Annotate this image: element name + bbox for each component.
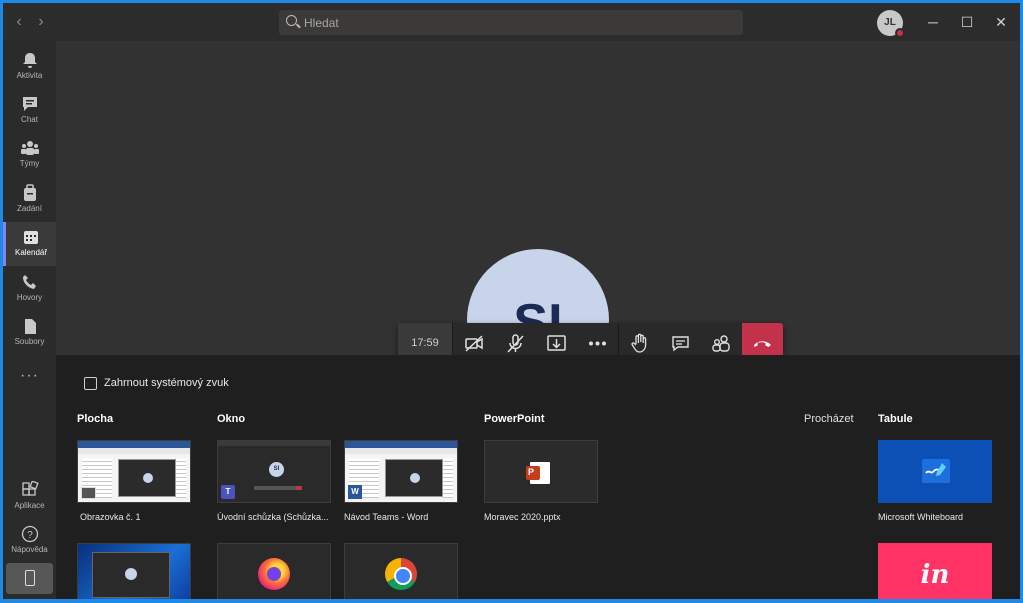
minimize-button[interactable]: ─: [921, 12, 945, 32]
share-tray-button[interactable]: [536, 323, 577, 355]
teams-icon: [20, 141, 39, 155]
share-window-teams-label: Úvodní schůzka (Schůzka...: [217, 512, 329, 522]
more-actions-button[interactable]: [577, 323, 618, 355]
divider: [452, 323, 453, 355]
help-icon: ?: [21, 525, 38, 543]
chat-icon: [22, 97, 37, 111]
search-placeholder: Hledat: [304, 16, 339, 30]
section-desktop-heading: Plocha: [77, 413, 114, 425]
title-bar: ‹ › Hledat JL ─ ☐ ✕: [3, 3, 1020, 41]
invision-icon: in: [920, 560, 950, 590]
sidebar-item-chat[interactable]: Chat: [3, 89, 56, 133]
close-button[interactable]: ✕: [989, 12, 1013, 32]
forward-arrow-icon[interactable]: ›: [31, 12, 51, 32]
more-icon: [589, 341, 606, 346]
sidebar-item-label: Aktivita: [16, 71, 43, 80]
app-bar: Aktivita Chat Týmy Zadání Kalendář Hovor…: [3, 41, 56, 599]
device-button[interactable]: [6, 563, 53, 594]
sidebar-item-help[interactable]: ? Nápověda: [3, 519, 56, 563]
share-tray: Zahrnout systémový zvuk Plocha Okno Powe…: [56, 355, 1020, 599]
powerpoint-file-icon: P: [526, 462, 550, 484]
chrome-icon: [385, 558, 417, 590]
sidebar-item-apps[interactable]: Aplikace: [3, 475, 56, 519]
share-window-word-tile[interactable]: W: [344, 440, 458, 503]
sidebar-item-label: Zadání: [17, 204, 42, 213]
participants-icon: [712, 335, 730, 352]
teams-app-icon: T: [221, 485, 235, 499]
share-pptx-tile[interactable]: P: [484, 440, 598, 503]
sidebar-item-teams[interactable]: Týmy: [3, 133, 56, 177]
hand-icon: [631, 333, 647, 353]
mic-toggle-button[interactable]: [495, 323, 536, 355]
firefox-icon: [258, 558, 290, 590]
sidebar-item-label: Týmy: [19, 159, 40, 168]
back-arrow-icon[interactable]: ‹: [9, 12, 29, 32]
share-screen-1-label: Obrazovka č. 1: [80, 512, 141, 522]
word-app-icon: W: [348, 485, 362, 499]
call-controls: 17:59: [398, 323, 783, 355]
camera-off-icon: [465, 335, 483, 352]
share-window-firefox-tile[interactable]: [217, 543, 331, 599]
sidebar-item-files[interactable]: Soubory: [3, 311, 56, 355]
avatar[interactable]: JL: [877, 10, 905, 38]
show-chat-button[interactable]: [660, 323, 701, 355]
search-input[interactable]: Hledat: [279, 10, 743, 35]
chat-icon: [672, 336, 689, 352]
hang-up-icon: [754, 341, 771, 347]
sidebar-item-activity[interactable]: Aktivita: [3, 45, 56, 89]
svg-text:?: ?: [27, 530, 33, 541]
apps-icon: [21, 481, 39, 496]
microsoft-whiteboard-label: Microsoft Whiteboard: [878, 512, 964, 522]
share-pptx-label: Moravec 2020.pptx: [484, 512, 561, 522]
bell-icon: [22, 53, 37, 68]
mic-off-icon: [507, 334, 524, 353]
share-screen-2-tile[interactable]: [77, 543, 191, 599]
sidebar-item-label: Chat: [21, 115, 38, 124]
invision-freehand-tile[interactable]: in: [878, 543, 992, 599]
presence-busy-icon: [895, 28, 905, 38]
share-screen-icon: [547, 335, 566, 351]
sidebar-item-calls[interactable]: Hovory: [3, 267, 56, 311]
section-whiteboard-heading: Tabule: [878, 413, 913, 425]
screen-preview: [78, 544, 190, 599]
section-powerpoint-heading: PowerPoint: [484, 413, 545, 425]
calendar-icon: [24, 231, 38, 244]
sidebar-item-label: Kalendář: [14, 248, 48, 257]
phone-icon: [22, 275, 36, 289]
sidebar-item-calendar[interactable]: Kalendář: [3, 222, 56, 266]
avatar-initials: JL: [884, 17, 896, 28]
sidebar-item-label: Aplikace: [14, 501, 45, 510]
share-screen-1-tile[interactable]: [77, 440, 191, 503]
share-window-word-label: Návod Teams - Word: [344, 512, 429, 522]
mobile-device-icon: [25, 570, 35, 586]
raise-hand-button[interactable]: [619, 323, 660, 355]
include-system-audio-label: Zahrnout systémový zvuk: [104, 377, 229, 389]
monitor-icon: [81, 487, 96, 499]
share-window-teams-tile[interactable]: SI T: [217, 440, 331, 503]
sidebar-item-label: Hovory: [16, 293, 43, 302]
include-system-audio-checkbox[interactable]: [84, 377, 97, 390]
participants-button[interactable]: [701, 323, 742, 355]
whiteboard-icon: [922, 459, 950, 483]
meeting-stage: SI 17:59: [56, 41, 1020, 355]
teams-window: ‹ › Hledat JL ─ ☐ ✕ Aktivita Chat Týmy Z…: [3, 3, 1020, 599]
share-window-chrome-tile[interactable]: [344, 543, 458, 599]
sidebar-item-assignments[interactable]: Zadání: [3, 178, 56, 222]
call-timer: 17:59: [398, 323, 452, 355]
browse-link[interactable]: Procházet: [804, 413, 854, 425]
section-window-heading: Okno: [217, 413, 246, 425]
sidebar-item-label: Nápověda: [11, 545, 48, 554]
files-icon: [24, 319, 36, 334]
assignments-icon: [23, 184, 36, 201]
more-apps-icon[interactable]: ···: [3, 367, 56, 385]
maximize-button[interactable]: ☐: [955, 12, 979, 32]
camera-toggle-button[interactable]: [454, 323, 495, 355]
sidebar-item-label: Soubory: [14, 337, 45, 346]
microsoft-whiteboard-tile[interactable]: [878, 440, 992, 503]
search-icon: [286, 15, 297, 26]
hang-up-button[interactable]: [742, 323, 783, 355]
participant-initials: SI: [269, 462, 284, 477]
